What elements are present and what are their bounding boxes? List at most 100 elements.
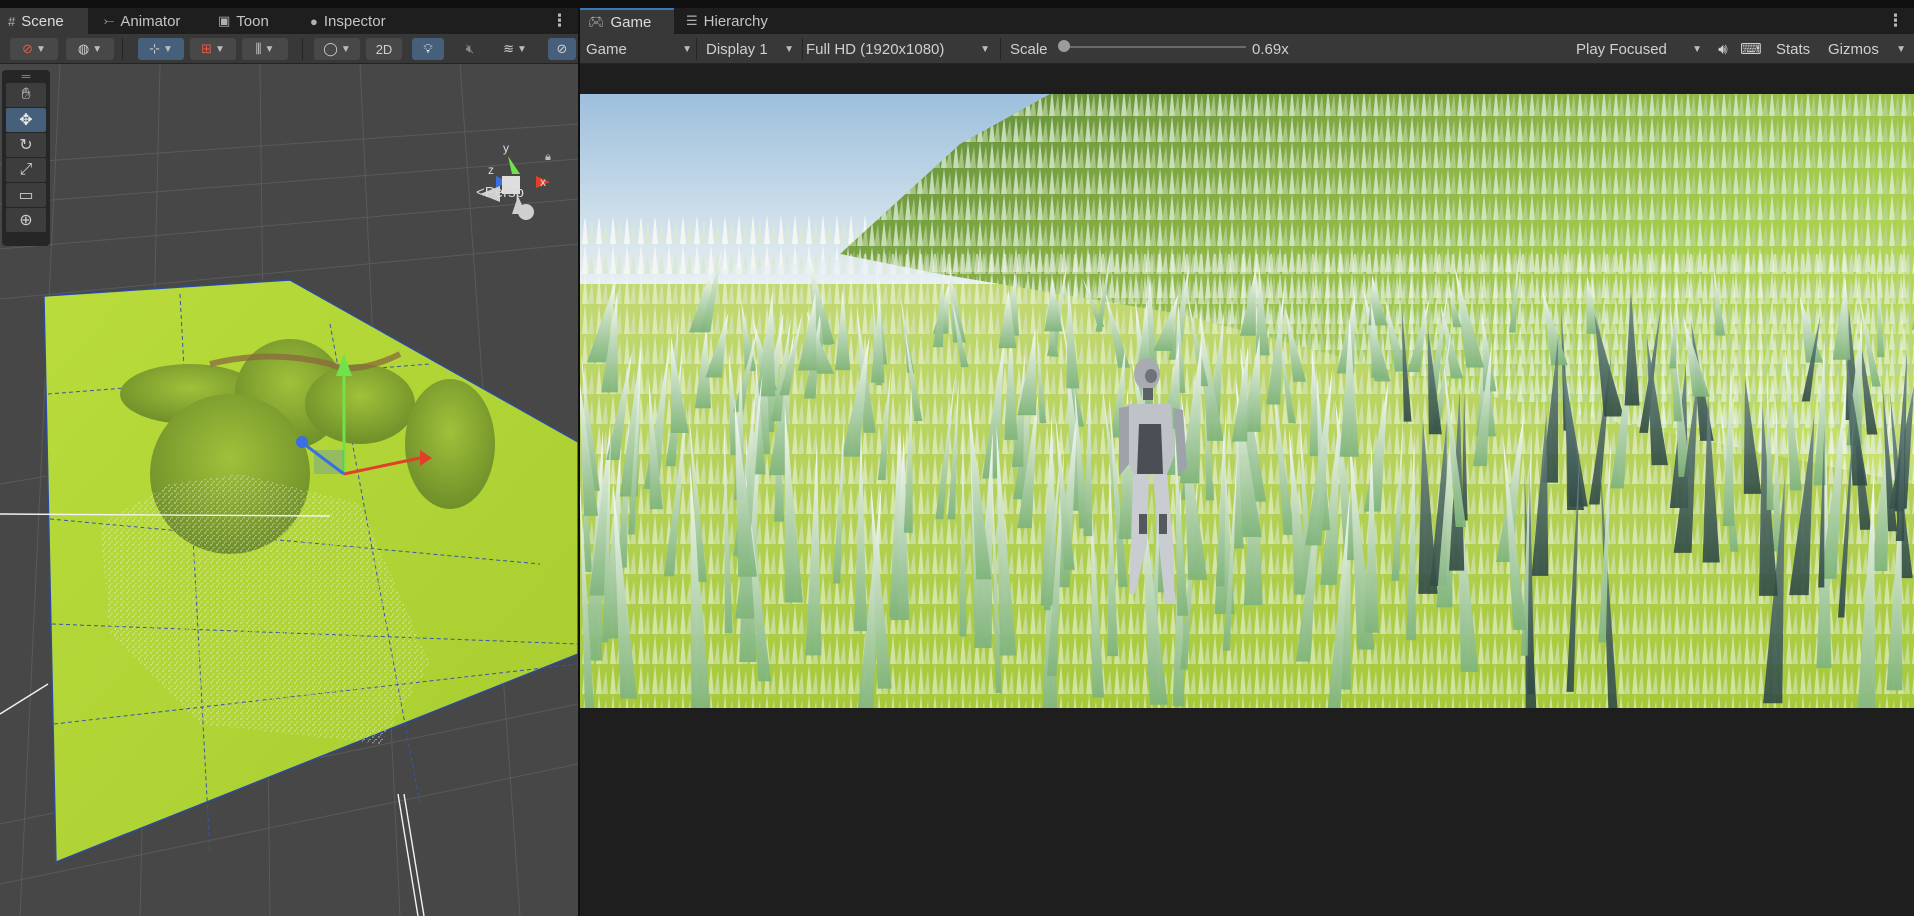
keyboard-icon: ⌨ [1740, 41, 1762, 58]
scene-toolbar: ⊘ ▼ ◍ ▼ ⊹ ▼ ⊞ ▼ ⫼ ▼ ◯ ▼ 2D 💡︎ 🔇︎ ≋ ▼ ⊘ [0, 34, 578, 64]
tab-animator-label: Animator [120, 12, 181, 30]
chevron-down-icon: ▼ [215, 43, 225, 55]
scale-slider-track[interactable] [1064, 46, 1246, 48]
game-render [580, 64, 1914, 916]
increment-snap-toggle[interactable]: ⫼ ▼ [242, 38, 288, 60]
scene-tab-bar: # Scene ⤚ Animator ▣ Toon ● Inspector ⋮ [0, 8, 578, 34]
toolbar-divider [302, 38, 303, 60]
stats-label: Stats [1776, 40, 1811, 58]
scene-tools-panel: ═ ✋︎ ✥ ↻ ⤢ ▭ ⊕ [2, 69, 50, 246]
view-mode-value: Game [586, 40, 627, 58]
scale-value-text: 0.69x [1252, 40, 1289, 58]
tab-hierarchy-label: Hierarchy [703, 12, 768, 30]
scale-label-text: Scale [1010, 40, 1048, 58]
draw-mode-dropdown[interactable]: ⊘ ▼ [10, 38, 58, 60]
game-tab-bar: 🎮︎ Game ☰ Hierarchy ⋮ [580, 8, 1914, 34]
letterbox-bottom [580, 708, 1914, 916]
hill-terrain-feature [405, 379, 495, 509]
globe-icon: ◍ [77, 41, 90, 56]
speaker-muted-icon: 🔇︎ [465, 41, 475, 56]
shading-dropdown[interactable]: ◯ ▼ [314, 38, 360, 60]
scale-value: 0.69x [1252, 38, 1312, 60]
scale-slider-handle[interactable] [1058, 40, 1070, 52]
pivot-icon: ⊹ [149, 41, 160, 56]
toolbar-divider [802, 38, 803, 60]
play-mode-dropdown[interactable]: Play Focused ▼ [1576, 38, 1706, 60]
toolbar-divider [1000, 38, 1001, 60]
grid-snap-icon: ⊞ [201, 41, 212, 56]
chevron-down-icon: ▼ [264, 43, 275, 55]
scene-panel-menu-icon[interactable]: ⋮ [551, 11, 568, 31]
info-icon: ● [310, 13, 318, 29]
grid-icon: # [8, 13, 16, 29]
scene-view[interactable]: y x z 🔒︎ ═ ✋︎ ✥ ↻ ⤢ ▭ ⊕ <Persp [0, 64, 578, 916]
rotate-icon: ↻ [19, 137, 33, 154]
render-mode-dropdown[interactable]: ◍ ▼ [66, 38, 114, 60]
scale-tool-button[interactable]: ⤢ [6, 158, 46, 182]
audio-toggle[interactable]: 🔇︎ [454, 38, 486, 60]
pivot-toggle[interactable]: ⊹ ▼ [138, 38, 184, 60]
tab-inspector[interactable]: ● Inspector [302, 8, 402, 34]
grid-snap-toggle[interactable]: ⊞ ▼ [190, 38, 236, 60]
stats-button[interactable]: Stats [1776, 38, 1820, 60]
scale-icon: ⤢ [19, 161, 33, 178]
chevron-down-icon: ▼ [1692, 43, 1702, 55]
game-toolbar: Game ▼ Display 1 ▼ Full HD (1920x1080) ▼… [580, 34, 1914, 64]
chevron-down-icon: ▼ [92, 43, 103, 55]
chevron-down-icon: ▼ [517, 43, 527, 55]
game-view[interactable] [580, 64, 1914, 916]
tab-scene[interactable]: # Scene [0, 8, 88, 34]
layers-icon: ≋ [503, 41, 514, 56]
gizmos-dropdown[interactable]: Gizmos ▼ [1828, 38, 1910, 60]
chevron-down-icon: ▼ [784, 43, 794, 55]
tab-inspector-label: Inspector [323, 12, 386, 30]
tab-toon-label: Toon [236, 12, 269, 30]
hill-terrain-feature [305, 364, 415, 444]
rect-icon: ▭ [18, 187, 34, 204]
tab-toon[interactable]: ▣ Toon [210, 8, 286, 34]
game-panel-menu-icon[interactable]: ⋮ [1887, 11, 1904, 31]
rect-tool-button[interactable]: ▭ [6, 183, 46, 207]
view-mode-dropdown[interactable]: Game ▼ [586, 38, 696, 60]
display-value: Display 1 [706, 40, 768, 58]
effects-dropdown[interactable]: ≋ ▼ [494, 38, 536, 60]
projection-toggle[interactable]: <Persp [476, 184, 524, 201]
rotate-tool-button[interactable]: ↻ [6, 133, 46, 157]
tab-game-label: Game [610, 13, 652, 31]
gizmo-lock-icon[interactable]: 🔒︎ [545, 150, 551, 163]
lightbulb-icon: 💡︎ [423, 41, 433, 56]
chevron-down-icon: ▼ [1896, 43, 1906, 55]
toolbox-grip-icon[interactable]: ═ [2, 69, 50, 83]
display-dropdown[interactable]: Display 1 ▼ [706, 38, 798, 60]
chevron-down-icon: ▼ [682, 43, 692, 55]
play-mode-value: Play Focused [1576, 40, 1667, 58]
chevron-down-icon: ▼ [36, 43, 46, 55]
gamepad-icon: 🎮︎ [588, 14, 605, 29]
mute-audio-toggle[interactable]: 🔊︎ [1712, 38, 1734, 60]
scene-visibility-toggle[interactable]: ⊘ [548, 38, 576, 60]
toolbar-divider [696, 38, 697, 60]
resolution-dropdown[interactable]: Full HD (1920x1080) ▼ [806, 38, 994, 60]
list-icon: ☰ [686, 13, 698, 28]
toggle-2d-button[interactable]: 2D [366, 38, 402, 60]
tab-hierarchy[interactable]: ☰ Hierarchy [678, 8, 790, 34]
gizmo-axis-y: y [503, 141, 509, 155]
keyboard-shortcuts-toggle[interactable]: ⌨ [1740, 38, 1762, 60]
speaker-icon: 🔊︎ [1718, 40, 1728, 58]
projection-label: Persp [484, 184, 524, 201]
move-tool-button[interactable]: ✥ [6, 108, 46, 132]
tab-animator[interactable]: ⤚ Animator [96, 8, 194, 34]
transform-tool-button[interactable]: ⊕ [6, 208, 46, 232]
gizmo-axis-z: z [488, 163, 494, 177]
title-bar-strip [0, 0, 1914, 8]
gizmos-label: Gizmos [1828, 40, 1879, 58]
hand-tool-button[interactable]: ✋︎ [6, 83, 46, 107]
ruler-icon: ⫼ [255, 41, 262, 56]
tab-game[interactable]: 🎮︎ Game [580, 8, 674, 34]
lighting-toggle[interactable]: 💡︎ [412, 38, 444, 60]
move-icon: ✥ [19, 112, 33, 129]
eye-off-icon: ⊘ [556, 41, 568, 56]
draw-mode-icon: ⊘ [22, 41, 33, 56]
scale-label: Scale [1010, 38, 1060, 60]
resolution-value: Full HD (1920x1080) [806, 40, 945, 58]
